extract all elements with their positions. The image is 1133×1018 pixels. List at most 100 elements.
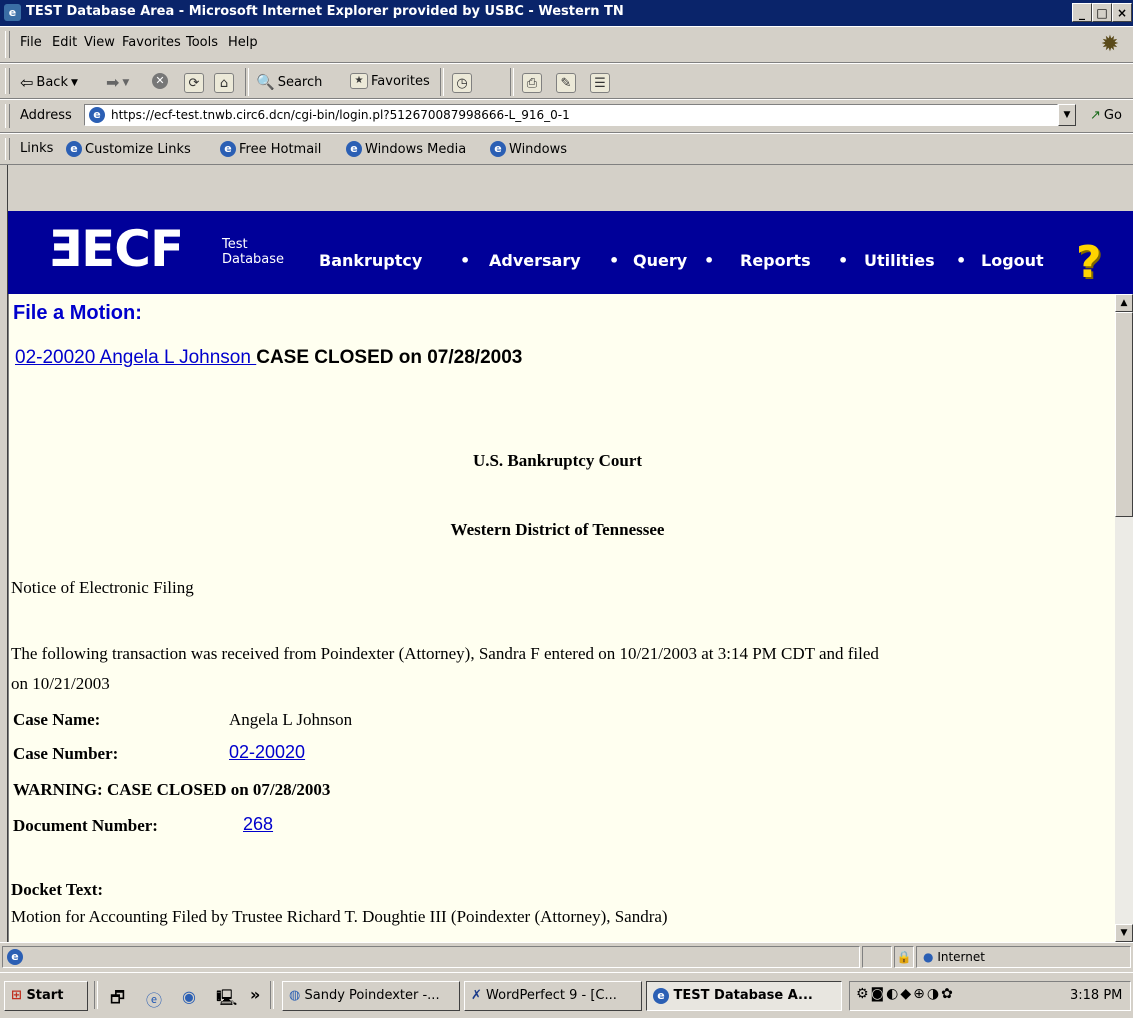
back-label: Back (36, 75, 68, 90)
maximize-button[interactable]: □ (1092, 3, 1112, 22)
case-closed-text: CASE CLOSED on 07/28/2003 (256, 347, 523, 368)
wordperfect-icon: ✗ (471, 988, 482, 1003)
ie-quicklaunch-icon[interactable]: ⓔ (146, 987, 162, 1011)
taskbar: ⊞ Start 🗗 ⓔ ◉ 🖳 » ◍ Sandy Poindexter -..… (0, 972, 1133, 1018)
show-desktop-icon[interactable]: 🗗 (110, 987, 125, 1014)
ie-icon: e (653, 988, 669, 1004)
nav-query[interactable]: Query (633, 251, 687, 270)
print-icon: ⎙ (522, 73, 542, 93)
address-dropdown-button[interactable]: ▼ (1058, 104, 1076, 126)
menu-favorites[interactable]: Favorites (122, 35, 181, 50)
nav-utilities[interactable]: Utilities (864, 251, 935, 270)
menu-view[interactable]: View (84, 35, 115, 50)
home-button[interactable]: ⌂ (214, 73, 234, 93)
discuss-icon: ☰ (590, 73, 610, 93)
stop-icon: ✕ (152, 73, 168, 89)
taskbar-button-test-database[interactable]: e TEST Database A... (646, 981, 842, 1011)
menu-tools[interactable]: Tools (186, 35, 218, 50)
document-number-link[interactable]: 268 (243, 814, 273, 835)
links-grip (5, 138, 10, 160)
ie-link-icon: e (66, 141, 82, 157)
address-grip (5, 104, 10, 128)
link-customize-links[interactable]: e Customize Links (66, 141, 191, 157)
title-bar: e TEST Database Area - Microsoft Interne… (0, 0, 1133, 26)
cmecf-logo[interactable]: ƎECF (48, 221, 184, 277)
start-button[interactable]: ⊞ Start (4, 981, 88, 1011)
edit-button[interactable]: ✎ (556, 73, 576, 93)
window-title: TEST Database Area - Microsoft Internet … (26, 4, 624, 19)
close-button[interactable]: × (1112, 3, 1132, 22)
tray-icons[interactable]: ⚙◙◐◆⊕◑✿ (856, 986, 955, 1002)
nav-bankruptcy[interactable]: Bankruptcy (319, 251, 422, 270)
address-input[interactable]: e https://ecf-test.tnwb.circ6.dcn/cgi-bi… (84, 104, 1058, 126)
ie-window-icon[interactable]: e (4, 4, 21, 21)
case-line: 02-20020 Angela L Johnson CASE CLOSED on… (15, 347, 522, 369)
nav-bullet: • (956, 251, 967, 270)
ie-link-icon: e (346, 141, 362, 157)
back-button[interactable]: ⇦ Back ▼ (20, 73, 78, 92)
media-quicklaunch-icon[interactable]: ◉ (182, 987, 196, 1006)
link-free-hotmail[interactable]: e Free Hotmail (220, 141, 321, 157)
separator (94, 981, 98, 1009)
test-label: Test (222, 237, 248, 252)
computer-quicklaunch-icon[interactable]: 🖳 (216, 987, 237, 1014)
nav-bullet: • (609, 251, 620, 270)
case-name-value: Angela L Johnson (229, 710, 353, 729)
refresh-button[interactable]: ⟳ (184, 73, 204, 93)
page-content (8, 211, 1116, 942)
nav-bullet: • (460, 251, 471, 270)
scroll-up-button[interactable]: ▲ (1115, 294, 1133, 312)
nav-bullet: • (704, 251, 715, 270)
status-main-panel: e (2, 946, 860, 968)
home-icon: ⌂ (214, 73, 234, 93)
menu-file[interactable]: File (20, 35, 42, 50)
taskbar-button-sandy-poindexter[interactable]: ◍ Sandy Poindexter -... (282, 981, 460, 1011)
case-number-label: Case Number: (13, 744, 119, 763)
docket-text: Motion for Accounting Filed by Trustee R… (11, 907, 668, 926)
go-label: Go (1103, 108, 1122, 123)
clock[interactable]: 3:18 PM (1070, 988, 1122, 1003)
left-frame-border (0, 165, 8, 942)
database-label: Database (222, 252, 285, 267)
docket-text-label: Docket Text: (11, 880, 104, 899)
scroll-thumb[interactable] (1115, 312, 1133, 517)
windows-flag-icon: ⊞ (11, 988, 22, 1003)
quicklaunch-chevron[interactable]: » (250, 985, 260, 1004)
nav-bullet: • (838, 251, 849, 270)
history-button[interactable]: ◷ (452, 73, 472, 93)
nav-reports[interactable]: Reports (740, 251, 811, 270)
zone-panel: ● Internet (916, 946, 1131, 968)
favorites-label: Favorites (371, 73, 430, 89)
help-icon[interactable]: ? (1076, 241, 1108, 285)
case-link[interactable]: 02-20020 Angela L Johnson (15, 347, 256, 368)
go-button[interactable]: ↗ Go (1090, 108, 1122, 123)
case-number-link[interactable]: 02-20020 (229, 742, 305, 763)
menu-edit[interactable]: Edit (52, 35, 77, 50)
start-label: Start (26, 988, 64, 1003)
nav-logout[interactable]: Logout (981, 251, 1044, 270)
favorites-button[interactable]: ★ Favorites (350, 73, 430, 89)
link-windows[interactable]: e Windows (490, 141, 567, 157)
taskbar-button-wordperfect[interactable]: ✗ WordPerfect 9 - [C... (464, 981, 642, 1011)
link-label: Customize Links (85, 141, 191, 157)
discuss-button[interactable]: ☰ (590, 73, 610, 93)
dropdown-icon: ▼ (122, 77, 130, 88)
search-button[interactable]: 🔍 Search (256, 73, 322, 91)
forward-button[interactable]: ➡ ▼ (106, 73, 129, 92)
nav-adversary[interactable]: Adversary (489, 251, 581, 270)
search-label: Search (277, 74, 323, 90)
links-bar: Links e Customize Links e Free Hotmail e… (0, 133, 1133, 165)
status-bar: e 🔒 ● Internet (0, 942, 1133, 971)
print-button[interactable]: ⎙ (522, 73, 542, 93)
status-panel (862, 946, 892, 968)
link-windows-media[interactable]: e Windows Media (346, 141, 466, 157)
minimize-button[interactable]: _ (1072, 3, 1092, 22)
menu-grip (5, 31, 10, 58)
outlook-icon: ◍ (289, 988, 301, 1003)
vertical-scrollbar[interactable]: ▲ ▼ (1115, 294, 1133, 942)
separator (510, 68, 514, 96)
stop-button[interactable]: ✕ (152, 73, 168, 89)
links-label: Links (20, 141, 54, 156)
scroll-down-button[interactable]: ▼ (1115, 924, 1133, 942)
menu-help[interactable]: Help (228, 35, 258, 50)
